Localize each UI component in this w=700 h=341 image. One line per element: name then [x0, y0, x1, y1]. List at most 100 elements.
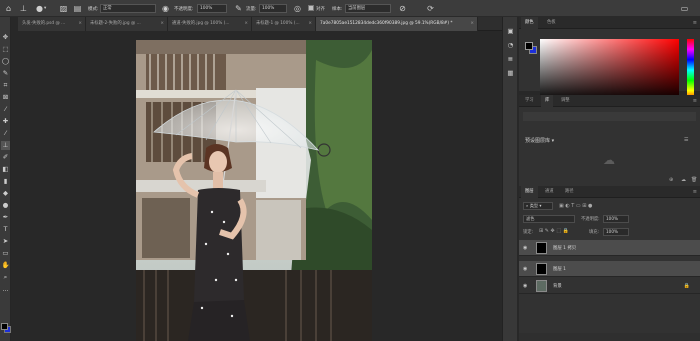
path-select-tool-icon[interactable]: ➤ — [1, 237, 10, 246]
filter-icons[interactable]: ▣ ◐ T ▭ ⊞ ● — [559, 203, 592, 209]
collapsed-panel-icons: ▣ ◔ ≣ ▦ — [502, 17, 517, 341]
tools-panel: ✥ ⬚ ◯ ✎ ⌗ ⊠ ⁄ ✚ ⁄ ⊥ ✐ ◧ ▮ ◆ ● ✒ T ➤ ▭ ✋ … — [0, 17, 11, 341]
document-image[interactable] — [136, 40, 372, 341]
home-icon[interactable]: ⌂ — [3, 3, 14, 14]
hand-tool-icon[interactable]: ✋ — [1, 261, 10, 270]
tab-channels[interactable]: 通道 — [541, 186, 558, 198]
library-search[interactable] — [523, 112, 696, 121]
airbrush-icon[interactable]: ✎ — [233, 3, 244, 14]
layer-opacity-label: 不透明度: — [581, 217, 600, 222]
more-tools-icon[interactable]: … — [1, 285, 10, 294]
pen-tool-icon[interactable]: ✒ — [1, 213, 10, 222]
layer-opacity-field[interactable]: 100% — [603, 215, 629, 223]
flow-field[interactable]: 100% — [259, 4, 287, 13]
brush-settings-icon[interactable]: ▨ — [58, 3, 69, 14]
close-icon[interactable]: × — [78, 17, 82, 31]
ignore-adjustment-icon[interactable]: ⊘ — [397, 3, 408, 14]
quick-select-tool-icon[interactable]: ✎ — [1, 69, 10, 78]
eyedropper-tool-icon[interactable]: ⁄ — [1, 105, 10, 114]
visibility-eye-icon[interactable]: ◉ — [523, 266, 527, 272]
layers-panel-footer — [519, 333, 700, 341]
pressure-opacity-icon[interactable]: ◉ — [160, 3, 171, 14]
tab-document-1[interactable]: 头发-失败的.psd @ ... × — [18, 17, 86, 31]
layer-name[interactable]: 背景 — [553, 283, 562, 289]
frame-tool-icon[interactable]: ⊠ — [1, 93, 10, 102]
healing-tool-icon[interactable]: ✚ — [1, 117, 10, 126]
layer-name[interactable]: 图层 1 — [553, 266, 566, 272]
type-tool-icon[interactable]: T — [1, 225, 10, 234]
tab-swatches[interactable]: 色板 — [543, 17, 560, 29]
close-icon[interactable]: × — [308, 17, 312, 31]
close-icon[interactable]: × — [160, 17, 164, 31]
layer-row[interactable]: ◉ 图层 1 拷贝 — [519, 240, 700, 256]
foreground-color-swatch[interactable] — [1, 323, 8, 330]
brush-panel-icon[interactable]: ▦ — [506, 69, 515, 78]
zoom-tool-icon[interactable]: ⌕ — [1, 273, 10, 282]
tab-libraries[interactable]: 库 — [541, 95, 554, 107]
libraries-panel: 学习 库 调整 ≡ 预设图层库 ▾ ☰ ☁ ⊕ ☁ 🗑 — [519, 95, 700, 187]
stamp-tool-icon[interactable]: ⊥ — [18, 3, 29, 14]
blend-mode-select[interactable]: 滤色 — [523, 215, 575, 223]
sample-select[interactable]: 当前图层 — [345, 4, 391, 13]
adjust-panel-icon[interactable]: ≣ — [506, 55, 515, 64]
foreground-color-chip[interactable] — [525, 42, 533, 50]
opacity-field[interactable]: 100% — [197, 4, 227, 13]
mode-select[interactable]: 正常 — [100, 4, 156, 13]
properties-panel-icon[interactable]: ◔ — [506, 41, 515, 50]
trash-icon[interactable]: 🗑 — [691, 177, 697, 183]
eraser-tool-icon[interactable]: ◧ — [1, 165, 10, 174]
tab-layers[interactable]: 图层 — [521, 186, 538, 198]
gradient-tool-icon[interactable]: ▮ — [1, 177, 10, 186]
layer-name[interactable]: 图层 1 拷贝 — [553, 245, 576, 251]
history-brush-tool-icon[interactable]: ✐ — [1, 153, 10, 162]
tab-adjustments[interactable]: 调整 — [557, 95, 574, 107]
tab-document-2[interactable]: 未标题-2-失败的.jpg @ ... × — [86, 17, 168, 31]
visibility-eye-icon[interactable]: ◉ — [523, 245, 527, 251]
layer-thumbnail — [536, 280, 547, 292]
tab-document-3[interactable]: 通道-失败的.jpg @ 100% (... × — [168, 17, 252, 31]
clone-stamp-tool-icon[interactable]: ⊥ — [1, 141, 10, 150]
shape-tool-icon[interactable]: ▭ — [1, 249, 10, 258]
panel-menu-icon[interactable]: ≡ — [693, 98, 697, 104]
layer-row[interactable]: ◉ 背景 🔒 — [519, 278, 700, 294]
tab-paths[interactable]: 路径 — [561, 186, 578, 198]
pressure-icon[interactable]: ⟳ — [425, 3, 436, 14]
crop-tool-icon[interactable]: ⌗ — [1, 81, 10, 90]
layer-filter-select[interactable]: ⌕ 类型 ▾ — [523, 202, 553, 210]
lock-icons[interactable]: ⊞ ✎ ✥ ⬚ 🔒 — [539, 228, 569, 234]
layers-panel: 图层 通道 路径 ≡ ⌕ 类型 ▾ ▣ ◐ T ▭ ⊞ ● 滤色 不透明度: 1… — [519, 186, 700, 333]
fill-field[interactable]: 100% — [603, 228, 629, 236]
history-panel-icon[interactable]: ▣ — [506, 27, 515, 36]
cloud-library-icon: ☁ — [603, 153, 615, 167]
hue-slider[interactable] — [687, 39, 694, 101]
flow-label: 流量: — [246, 7, 257, 12]
list-view-icon[interactable]: ☰ — [684, 137, 688, 143]
tab-document-4[interactable]: 未标题-1 @ 100% (... × — [252, 17, 316, 31]
clone-source-icon[interactable]: ▤ — [72, 3, 83, 14]
close-icon[interactable]: × — [244, 17, 248, 31]
blur-tool-icon[interactable]: ◆ — [1, 189, 10, 198]
panel-menu-icon[interactable]: ≡ — [693, 189, 697, 195]
marquee-tool-icon[interactable]: ⬚ — [1, 45, 10, 54]
fill-label: 填充: — [589, 230, 600, 235]
color-panel: 颜色 色板 ≡ — [519, 17, 700, 101]
add-icon[interactable]: ⊕ — [669, 177, 673, 183]
align-checkbox[interactable] — [308, 5, 314, 11]
library-select[interactable]: 预设图层库 ▾ — [525, 137, 554, 144]
color-field[interactable] — [540, 39, 679, 101]
brush-tool-icon[interactable]: ⁄ — [1, 129, 10, 138]
pressure-size-icon[interactable]: ◎ — [292, 3, 303, 14]
dodge-tool-icon[interactable]: ● — [1, 201, 10, 210]
move-tool-icon[interactable]: ✥ — [1, 33, 10, 42]
cloud-icon[interactable]: ☁ — [681, 177, 686, 183]
visibility-eye-icon[interactable]: ◉ — [523, 283, 527, 289]
workspace-icon[interactable]: ▭ — [679, 3, 690, 14]
tab-learn[interactable]: 学习 — [521, 95, 538, 107]
sample-label: 样本: — [332, 7, 343, 12]
lasso-tool-icon[interactable]: ◯ — [1, 57, 10, 66]
tab-document-active[interactable]: 7a0e7805ae1512834dedc360f90389.jpg @ 59.… — [316, 17, 478, 31]
layer-row[interactable]: ◉ 图层 1 — [519, 261, 700, 277]
tab-color[interactable]: 颜色 — [521, 17, 538, 29]
panel-menu-icon[interactable]: ≡ — [693, 20, 697, 26]
close-icon[interactable]: × — [470, 17, 474, 31]
